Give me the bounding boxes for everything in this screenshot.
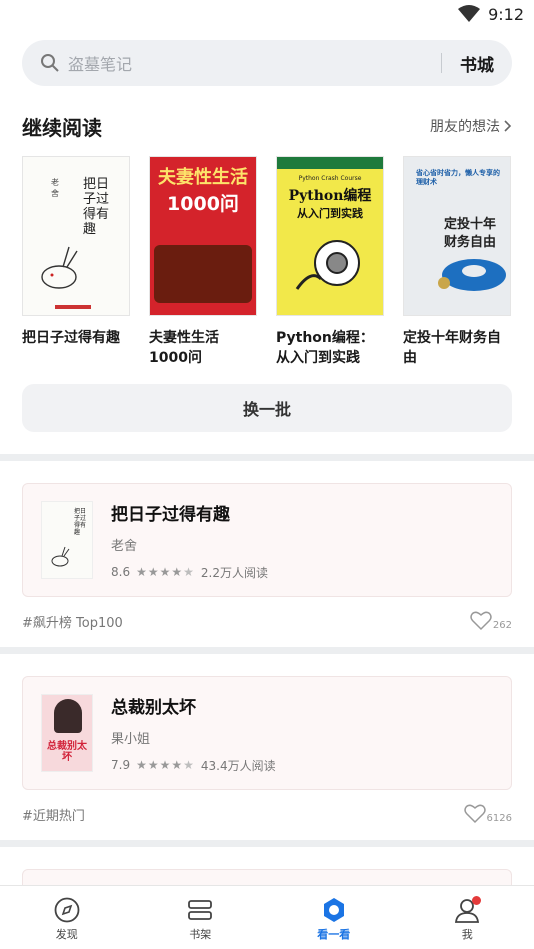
look-icon bbox=[323, 898, 344, 922]
topic-tag[interactable]: #飙升榜 Top100 bbox=[22, 612, 123, 631]
cover-top-text: 省心省时省力，懒人专享的理财术 bbox=[416, 169, 500, 186]
tab-label: 看一看 bbox=[317, 928, 351, 941]
compass-icon bbox=[54, 897, 80, 923]
tab-discover[interactable]: 发现 bbox=[0, 886, 134, 949]
book-item[interactable]: 把日子过得有趣 老舍 把日子过得有趣 bbox=[22, 156, 130, 368]
cover-author: 老舍 bbox=[51, 178, 59, 198]
book-info: 总裁别太坏 果小姐 7.9 ★★★★★ 43.4万人阅读 bbox=[111, 693, 276, 774]
section-divider bbox=[0, 840, 534, 847]
donut-illustration bbox=[438, 259, 506, 291]
book-title: Python编程：从入门到实践 bbox=[276, 330, 374, 366]
book-cover: 把日子过得有趣 老舍 bbox=[22, 156, 130, 316]
rating-stars: ★★★★★ bbox=[136, 565, 195, 579]
feed-item: 把日子过得有趣 把日子过得有趣 老舍 8.6 ★★★★★ 2.2万人阅读 #飙升… bbox=[0, 461, 534, 643]
book-cover: 夫妻性生活 1000问 bbox=[149, 156, 257, 316]
topic-tag[interactable]: #近期热门 bbox=[22, 805, 85, 824]
section-title: 继续阅读 bbox=[22, 115, 102, 140]
rating-score: 8.6 bbox=[111, 565, 131, 579]
status-time: 9:12 bbox=[488, 4, 524, 24]
cover-subtitle: 1000问 bbox=[167, 193, 239, 215]
publisher-mark bbox=[55, 305, 91, 309]
tab-me[interactable]: 我 bbox=[401, 886, 534, 949]
book-thumbnail: 把日子过得有趣 bbox=[41, 501, 93, 579]
search-divider bbox=[441, 53, 442, 73]
section-divider bbox=[0, 454, 534, 461]
thumb-title: 总裁别太坏 bbox=[47, 741, 87, 763]
cover-header-strip bbox=[277, 157, 383, 169]
search-icon bbox=[41, 54, 59, 72]
feed-footer: #近期热门 6126 bbox=[22, 792, 512, 836]
search-input[interactable]: 盗墓笔记 bbox=[68, 51, 441, 75]
heart-icon bbox=[463, 804, 486, 824]
cover-title: 夫妻性生活 bbox=[158, 167, 248, 188]
status-bar: 9:12 bbox=[0, 0, 534, 28]
bookstore-button[interactable]: 书城 bbox=[460, 51, 494, 76]
book-title: 定投十年财务自由 bbox=[403, 330, 501, 366]
friends-thoughts-link[interactable]: 朋友的想法 bbox=[430, 116, 512, 136]
feed-footer: #飙升榜 Top100 262 bbox=[22, 599, 512, 643]
wifi-icon bbox=[458, 5, 481, 22]
book-item[interactable]: 夫妻性生活 1000问 夫妻性生活1000问 bbox=[149, 156, 257, 368]
rating-stars: ★★★★★ bbox=[136, 758, 195, 772]
bookshelf-icon bbox=[188, 900, 213, 920]
like-button[interactable]: 262 bbox=[470, 611, 512, 631]
like-button[interactable]: 6126 bbox=[463, 804, 512, 824]
section-divider bbox=[0, 647, 534, 654]
friends-thoughts-label: 朋友的想法 bbox=[430, 119, 500, 135]
book-card[interactable]: 把日子过得有趣 把日子过得有趣 老舍 8.6 ★★★★★ 2.2万人阅读 bbox=[22, 483, 512, 597]
thumb-figure bbox=[54, 699, 82, 733]
rabbit-illustration bbox=[51, 546, 70, 567]
book-name: 总裁别太坏 bbox=[111, 697, 196, 718]
book-cover: Python Crash Course Python编程 从入门到实践 bbox=[276, 156, 384, 316]
book-thumbnail: 总裁别太坏 bbox=[41, 694, 93, 772]
book-author: 果小姐 bbox=[111, 731, 151, 747]
read-count: 2.2万人阅读 bbox=[200, 565, 268, 580]
refresh-batch-button[interactable]: 换一批 bbox=[22, 384, 512, 432]
tab-bookshelf[interactable]: 书架 bbox=[134, 886, 268, 949]
book-cover: 省心省时省力，懒人专享的理财术 定投十年 财务自由 bbox=[403, 156, 511, 316]
book-card[interactable]: 总裁别太坏 总裁别太坏 果小姐 7.9 ★★★★★ 43.4万人阅读 bbox=[22, 676, 512, 790]
book-meta: 7.9 ★★★★★ 43.4万人阅读 bbox=[111, 757, 276, 774]
continue-reading-header: 继续阅读 朋友的想法 bbox=[22, 106, 512, 146]
tab-label: 发现 bbox=[55, 928, 78, 941]
rabbit-illustration bbox=[41, 246, 78, 289]
snake-illustration bbox=[295, 240, 360, 290]
bottom-tab-bar: 发现 书架 看一看 我 bbox=[0, 885, 534, 949]
search-bar[interactable]: 盗墓笔记 书城 bbox=[22, 40, 512, 86]
cover-title: 定投十年 bbox=[444, 217, 497, 232]
book-name: 把日子过得有趣 bbox=[111, 504, 230, 525]
book-item[interactable]: 省心省时省力，懒人专享的理财术 定投十年 财务自由 定投十年财务自由 bbox=[403, 156, 511, 368]
tab-look[interactable]: 看一看 bbox=[267, 886, 401, 949]
like-count: 6126 bbox=[486, 813, 512, 824]
read-count: 43.4万人阅读 bbox=[200, 758, 276, 773]
like-count: 262 bbox=[492, 620, 512, 631]
book-info: 把日子过得有趣 老舍 8.6 ★★★★★ 2.2万人阅读 bbox=[111, 500, 268, 581]
thumb-title: 把日子过得有趣 bbox=[74, 508, 87, 536]
book-author: 老舍 bbox=[111, 538, 138, 554]
cover-subtitle: 财务自由 bbox=[444, 235, 497, 250]
tab-label: 书架 bbox=[189, 928, 212, 941]
cover-top-text: Python Crash Course bbox=[298, 175, 362, 182]
heart-icon bbox=[470, 611, 492, 631]
book-meta: 8.6 ★★★★★ 2.2万人阅读 bbox=[111, 564, 268, 581]
cover-photo bbox=[154, 245, 252, 303]
profile-icon-wrap bbox=[453, 896, 482, 924]
chevron-right-icon bbox=[504, 120, 512, 132]
feed-item: 总裁别太坏 总裁别太坏 果小姐 7.9 ★★★★★ 43.4万人阅读 #近期热门… bbox=[0, 654, 534, 836]
cover-title: 把日子过得有趣 bbox=[83, 177, 110, 237]
tab-label: 我 bbox=[461, 928, 473, 941]
book-item[interactable]: Python Crash Course Python编程 从入门到实践 Pyth… bbox=[276, 156, 384, 368]
cover-title: Python编程 bbox=[288, 188, 372, 204]
book-title: 夫妻性生活1000问 bbox=[149, 330, 219, 366]
rating-score: 7.9 bbox=[111, 758, 131, 772]
continue-reading-list: 把日子过得有趣 老舍 把日子过得有趣 夫妻性生活 1000问 夫妻性生活1000… bbox=[22, 156, 512, 368]
cover-subtitle: 从入门到实践 bbox=[297, 207, 363, 220]
book-title: 把日子过得有趣 bbox=[22, 330, 120, 346]
